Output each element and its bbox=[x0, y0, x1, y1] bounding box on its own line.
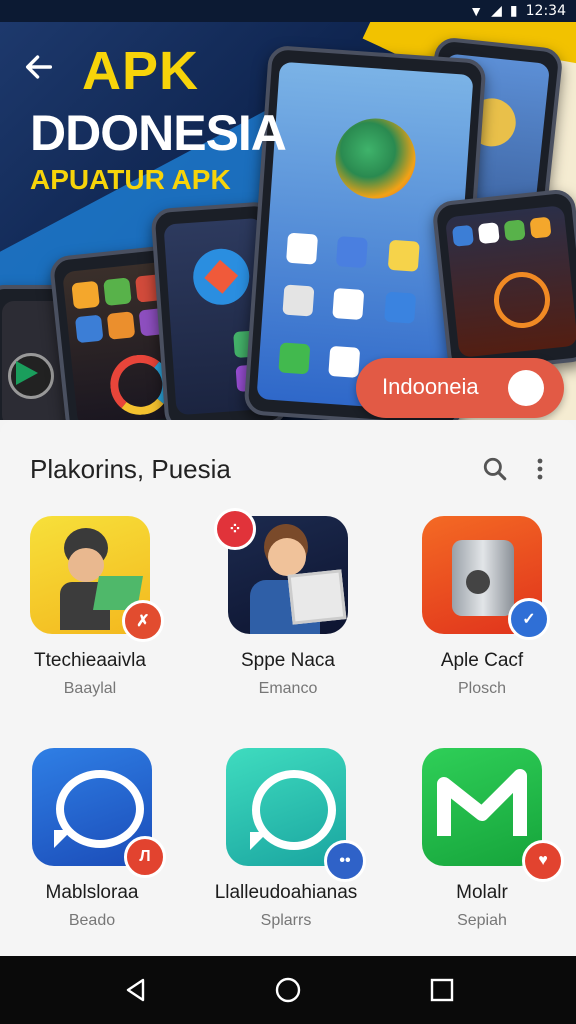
banner-title-line2: DDONESIA bbox=[30, 105, 287, 161]
banner-phone-image bbox=[431, 188, 576, 375]
app-subtitle: Splarrs bbox=[260, 912, 312, 929]
region-toggle-label: Indooneia bbox=[382, 374, 479, 399]
circle-home-icon[interactable] bbox=[274, 976, 302, 1004]
wifi-icon: ▼ bbox=[469, 2, 484, 19]
apps-sheet: Plakorins, Puesia ✗ Ttechieaaivla Baayla… bbox=[0, 420, 576, 956]
app-card[interactable]: ♥ Molalr Sepiah bbox=[402, 748, 564, 930]
banner-title-line3: APUATUR APK bbox=[30, 164, 231, 195]
square-recents-icon[interactable] bbox=[428, 976, 456, 1004]
app-card[interactable]: Л Mablsloraa Beado bbox=[12, 748, 172, 930]
app-subtitle: Emanco bbox=[258, 680, 318, 697]
status-bar: ▼ ◢ ▮ 12:34 bbox=[0, 0, 576, 22]
more-vertical-icon[interactable] bbox=[530, 456, 550, 482]
toggle-knob bbox=[508, 370, 544, 406]
app-card[interactable]: •• Llalleudoahianas Splarrs bbox=[206, 748, 366, 930]
triangle-back-icon[interactable] bbox=[122, 976, 150, 1004]
banner-title-line1: APK bbox=[82, 41, 200, 101]
app-name: Aple Cacf bbox=[440, 650, 524, 671]
app-badge: ⁘ bbox=[214, 508, 256, 550]
system-nav-bar bbox=[0, 956, 576, 1024]
app-card[interactable]: ✓ Aple Cacf Plosch bbox=[402, 516, 562, 698]
battery-icon: ▮ bbox=[509, 2, 518, 18]
app-badge: Л bbox=[124, 836, 166, 878]
app-subtitle: Plosch bbox=[457, 680, 507, 697]
app-card[interactable]: ✗ Ttechieaaivla Baaylal bbox=[10, 516, 170, 698]
section-title: Plakorins, Puesia bbox=[30, 454, 231, 484]
app-icon bbox=[422, 748, 542, 866]
app-subtitle: Sepiah bbox=[457, 912, 507, 929]
app-name: Mablsloraa bbox=[45, 882, 139, 903]
status-time: 12:34 bbox=[525, 2, 566, 19]
app-name: Sppe Naca bbox=[240, 650, 335, 671]
promo-banner: APK DDONESIA APUATUR APK Indooneia bbox=[0, 0, 576, 420]
app-card[interactable]: ⁘ Sppe Naca Emanco bbox=[208, 508, 368, 698]
app-name: Molalr bbox=[456, 882, 508, 903]
app-subtitle: Beado bbox=[68, 912, 116, 929]
app-badge: ✓ bbox=[508, 598, 550, 640]
m-logo-icon bbox=[437, 769, 527, 836]
app-subtitle: Baaylal bbox=[63, 680, 117, 697]
arrow-left-icon[interactable] bbox=[22, 50, 56, 84]
signal-icon: ◢ bbox=[491, 2, 502, 18]
app-badge: ♥ bbox=[522, 840, 564, 882]
app-name: Llalleudoahianas bbox=[214, 882, 358, 903]
app-name: Ttechieaaivla bbox=[34, 650, 146, 671]
app-badge: ✗ bbox=[122, 600, 164, 642]
search-icon[interactable] bbox=[482, 456, 508, 482]
app-badge: •• bbox=[324, 840, 366, 882]
region-toggle[interactable]: Indooneia bbox=[356, 358, 564, 418]
